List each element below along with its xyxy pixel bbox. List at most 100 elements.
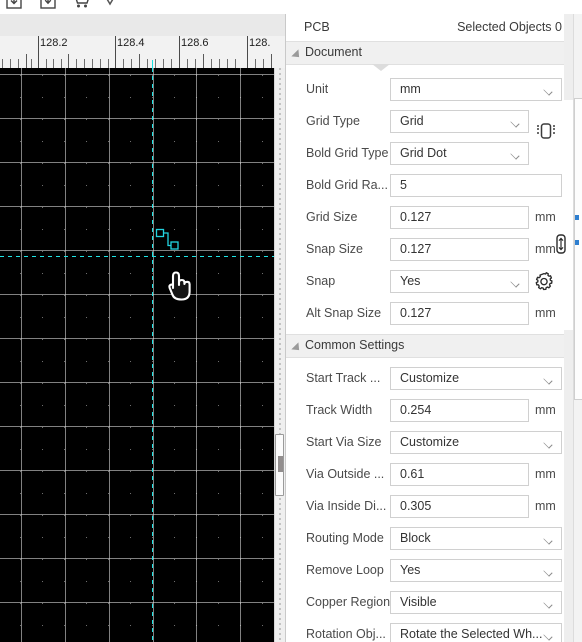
start-via-size-value: Customize bbox=[400, 435, 460, 449]
selected-objects-label: Selected Objects bbox=[457, 20, 552, 34]
canvas-top-strip bbox=[0, 14, 285, 36]
row-label: Remove Loop bbox=[306, 563, 384, 577]
chevron-down-icon bbox=[510, 118, 520, 128]
pcb-design-canvas[interactable] bbox=[0, 68, 275, 642]
edge-marker bbox=[575, 240, 579, 245]
chevron-down-icon bbox=[543, 535, 553, 545]
panel-top-strip bbox=[285, 0, 582, 14]
row-start-track-width: Start Track ... Customize bbox=[286, 363, 574, 395]
chevron-down-icon bbox=[543, 567, 553, 577]
ruler-label: 128.2 bbox=[40, 37, 68, 49]
rotation-object-select[interactable]: Rotate the Selected Wh... bbox=[390, 623, 562, 642]
panel-header: PCB Selected Objects 0 bbox=[286, 14, 574, 42]
row-grid-type: Grid Type Grid bbox=[286, 106, 574, 139]
crosshair-vertical bbox=[152, 68, 153, 642]
ruler-label: 128.4 bbox=[117, 37, 145, 49]
row-label: Snap bbox=[306, 274, 336, 288]
grid-size-input[interactable]: 0.127 bbox=[390, 206, 529, 229]
snap-size-value: 0.127 bbox=[400, 242, 432, 256]
chevron-down-icon bbox=[543, 86, 553, 96]
snap-size-input[interactable]: 0.127 bbox=[390, 238, 529, 261]
row-via-outside-diameter: Via Outside ... 0.61 mm bbox=[286, 459, 574, 491]
section-label: Common Settings bbox=[305, 338, 405, 352]
chevron-collapse-icon bbox=[291, 342, 303, 354]
bold-grid-type-value: Grid Dot bbox=[400, 146, 447, 160]
horizontal-ruler[interactable]: 128.2 128.4 128.6 128. bbox=[0, 36, 285, 69]
pcb-canvas-area[interactable]: 128.2 128.4 128.6 128. bbox=[0, 14, 285, 642]
unit-select[interactable]: mm bbox=[390, 78, 562, 101]
save-icon[interactable] bbox=[4, 0, 24, 10]
row-label: Grid Size bbox=[306, 210, 358, 224]
row-unit: Unit mm bbox=[286, 74, 574, 106]
minor-grid bbox=[0, 68, 275, 642]
scrollbar-dots bbox=[279, 68, 282, 642]
row-grid-size: Grid Size 0.127 mm bbox=[286, 202, 574, 234]
row-bold-grid-ratio: Bold Grid Ra... 5 bbox=[286, 170, 574, 202]
remove-loop-select[interactable]: Yes bbox=[390, 559, 562, 582]
row-label: Copper Region bbox=[306, 595, 391, 609]
section-header-common-settings[interactable]: Common Settings bbox=[286, 334, 574, 358]
routing-mode-select[interactable]: Block bbox=[390, 527, 562, 550]
remove-loop-value: Yes bbox=[400, 563, 421, 577]
canvas-scrollbar-grip[interactable] bbox=[278, 456, 283, 472]
row-label: Rotation Obj... bbox=[306, 627, 386, 641]
row-label: Routing Mode bbox=[306, 531, 384, 545]
selected-objects-count: 0 bbox=[555, 20, 562, 34]
snap-size-unit: mm bbox=[535, 242, 556, 256]
section-label: Document bbox=[305, 45, 362, 59]
gear-icon[interactable] bbox=[533, 271, 555, 293]
top-toolbar bbox=[0, 0, 285, 14]
track-width-input[interactable]: 0.254 bbox=[390, 399, 529, 422]
chevron-down-icon bbox=[510, 278, 520, 288]
row-label: Snap Size bbox=[306, 242, 363, 256]
row-label: Grid Type bbox=[306, 114, 360, 128]
alt-snap-size-input[interactable]: 0.127 bbox=[390, 302, 529, 325]
row-via-inside-diameter: Via Inside Di... 0.305 mm bbox=[286, 491, 574, 523]
row-label: Start Track ... bbox=[306, 371, 381, 385]
start-via-size-select[interactable]: Customize bbox=[390, 431, 562, 454]
via-inside-diameter-input[interactable]: 0.305 bbox=[390, 495, 529, 518]
edge-marker bbox=[575, 215, 579, 220]
panel-title: PCB bbox=[304, 20, 330, 34]
bold-grid-ratio-input[interactable]: 5 bbox=[390, 174, 562, 197]
properties-panel: PCB Selected Objects 0 Document Unit mm … bbox=[285, 14, 574, 642]
row-label: Via Outside ... bbox=[306, 467, 385, 481]
alt-snap-size-unit: mm bbox=[535, 306, 556, 320]
section-header-document[interactable]: Document bbox=[286, 41, 574, 65]
track-width-unit: mm bbox=[535, 403, 556, 417]
grid-type-value: Grid bbox=[400, 114, 424, 128]
mouse-pointer-icon[interactable] bbox=[99, 0, 119, 10]
pcb-editor-window: 128.2 128.4 128.6 128. PCB Selected Obje… bbox=[0, 0, 582, 642]
dropdown-pointer-artifact bbox=[372, 64, 390, 71]
grid-type-select[interactable]: Grid bbox=[390, 110, 529, 133]
row-label: Alt Snap Size bbox=[306, 306, 382, 320]
via-inside-diameter-value: 0.305 bbox=[400, 499, 432, 513]
row-label: Unit bbox=[306, 82, 329, 96]
snap-select[interactable]: Yes bbox=[390, 270, 529, 293]
row-copper-region: Copper Region Visible bbox=[286, 587, 574, 619]
row-snap: Snap Yes bbox=[286, 266, 574, 298]
crosshair-horizontal bbox=[0, 256, 275, 257]
download-icon[interactable] bbox=[38, 0, 58, 10]
via-outside-diameter-input[interactable]: 0.61 bbox=[390, 463, 529, 486]
selected-objects-status: Selected Objects 0 bbox=[457, 20, 562, 34]
row-routing-mode: Routing Mode Block bbox=[286, 523, 574, 555]
via-inside-diameter-unit: mm bbox=[535, 499, 556, 513]
unit-value: mm bbox=[400, 82, 421, 96]
via-outside-diameter-unit: mm bbox=[535, 467, 556, 481]
row-snap-size: Snap Size 0.127 mm bbox=[286, 234, 574, 266]
bold-grid-type-select[interactable]: Grid Dot bbox=[390, 142, 529, 165]
grid-size-unit: mm bbox=[535, 210, 556, 224]
chevron-collapse-icon bbox=[291, 49, 303, 61]
snap-value: Yes bbox=[400, 274, 421, 288]
row-label: Track Width bbox=[306, 403, 373, 417]
copper-region-value: Visible bbox=[400, 595, 437, 609]
row-start-via-size: Start Via Size Customize bbox=[286, 427, 574, 459]
row-track-width: Track Width 0.254 mm bbox=[286, 395, 574, 427]
panel-scrollbar-thumb[interactable] bbox=[574, 98, 582, 400]
copper-region-select[interactable]: Visible bbox=[390, 591, 562, 614]
start-track-width-select[interactable]: Customize bbox=[390, 367, 562, 390]
cart-icon[interactable] bbox=[70, 0, 90, 10]
chevron-down-icon bbox=[543, 631, 553, 641]
copper-trace[interactable] bbox=[155, 228, 185, 260]
